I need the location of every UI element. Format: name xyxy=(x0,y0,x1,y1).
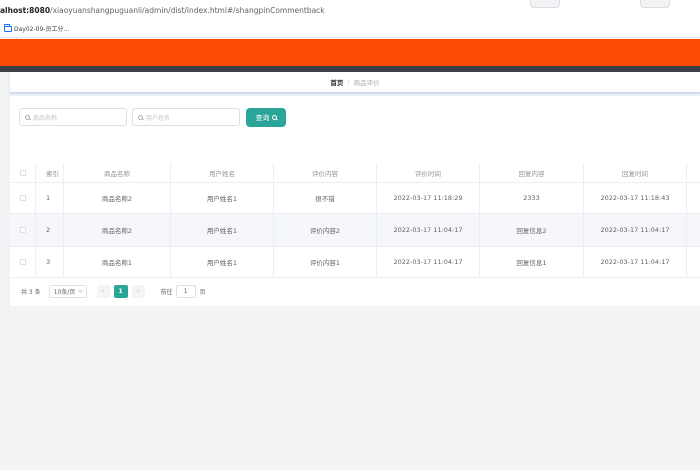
breadcrumb: 首页 / 商品评价 xyxy=(10,72,700,93)
product-name-placeholder: 商品名称 xyxy=(33,114,58,122)
prev-page-button[interactable]: ‹ xyxy=(96,284,110,298)
row-select-cell xyxy=(10,183,36,213)
goto-suffix: 页 xyxy=(199,288,206,296)
bookmark-item[interactable]: Day02-09-员工分... xyxy=(4,23,70,33)
cell-actions xyxy=(687,214,700,246)
browser-control-pill[interactable] xyxy=(640,0,670,8)
folder-icon xyxy=(4,23,12,32)
row-select-cell xyxy=(10,214,36,246)
column-header: 评价内容 xyxy=(274,163,377,182)
cell-time: 2022-03-17 11:04:17 xyxy=(377,247,480,277)
user-name-placeholder: 用户姓名 xyxy=(146,114,171,122)
cell-reply-time: 2022-03-17 11:04:17 xyxy=(584,214,687,246)
cell-content: 评价内容2 xyxy=(274,214,377,246)
cell-user: 用户姓名1 xyxy=(171,214,274,246)
search-icon xyxy=(25,114,30,120)
app-header xyxy=(0,39,700,66)
table-row[interactable]: 1 商品名称2 用户姓名1 很不错 2022-03-17 11:18:29 23… xyxy=(10,183,700,214)
goto-page-input[interactable]: 1 xyxy=(175,284,196,298)
pagination: 共 3 条 10条/页 ‹ 1 › 前往 1 页 xyxy=(21,284,421,298)
cell-time: 2022-03-17 11:18:29 xyxy=(377,183,480,213)
breadcrumb-separator: / xyxy=(347,78,350,86)
cell-content: 评价内容1 xyxy=(274,247,377,277)
breadcrumb-home[interactable]: 首页 xyxy=(330,77,343,87)
browser-control-pill[interactable] xyxy=(530,0,560,8)
main-panel: 商品名称 用户姓名 查询 索引 商品名称 用户姓名 评价内容 评价时间 回复内容… xyxy=(10,96,700,306)
select-all-cell xyxy=(10,163,36,182)
column-header xyxy=(687,163,700,182)
bookmarks-bar: Day02-09-员工分... xyxy=(0,20,700,38)
column-header: 商品名称 xyxy=(64,163,171,182)
cell-index: 3 xyxy=(36,247,64,277)
table-row[interactable]: 2 商品名称2 用户姓名1 评价内容2 2022-03-17 11:04:17 … xyxy=(10,214,700,247)
pagination-total: 共 3 条 xyxy=(21,288,41,296)
page-number-current[interactable]: 1 xyxy=(113,284,128,298)
column-header: 回复时间 xyxy=(584,163,687,182)
cell-reply: 回复信息1 xyxy=(480,247,584,277)
cell-actions xyxy=(687,247,700,277)
url-path: /xiaoyuanshangpuguanli/admin/dist/index.… xyxy=(50,5,325,15)
table-row[interactable]: 3 商品名称1 用户姓名1 评价内容1 2022-03-17 11:04:17 … xyxy=(10,247,700,278)
query-button-label: 查询 xyxy=(255,113,270,122)
column-header: 回复内容 xyxy=(480,163,584,182)
row-checkbox[interactable] xyxy=(19,227,26,233)
product-name-search-input[interactable]: 商品名称 xyxy=(19,108,127,126)
column-header: 用户姓名 xyxy=(171,163,274,182)
select-all-checkbox[interactable] xyxy=(19,169,26,176)
cell-content: 很不错 xyxy=(274,183,377,213)
search-icon xyxy=(138,114,143,120)
column-header: 评价时间 xyxy=(377,163,480,182)
cell-reply-time: 2022-03-17 11:04:17 xyxy=(584,247,687,277)
cell-product: 商品名称2 xyxy=(64,214,171,246)
next-page-button[interactable]: › xyxy=(131,284,145,298)
cell-product: 商品名称1 xyxy=(64,247,171,277)
cell-actions xyxy=(687,183,700,213)
cell-time: 2022-03-17 11:04:17 xyxy=(377,214,480,246)
cell-reply: 2333 xyxy=(480,183,584,213)
page-size-select[interactable]: 10条/页 xyxy=(48,284,87,298)
row-select-cell xyxy=(10,247,36,277)
bookmark-label: Day02-09-员工分... xyxy=(14,26,70,33)
goto-label: 前往 xyxy=(160,288,173,296)
query-button[interactable]: 查询 xyxy=(246,108,286,127)
chevron-down-icon xyxy=(78,287,83,293)
cell-user: 用户姓名1 xyxy=(171,247,274,277)
url-host: alhost:8080 xyxy=(0,5,51,15)
address-bar[interactable]: alhost:8080/xiaoyuanshangpuguanli/admin/… xyxy=(0,0,700,20)
column-header: 索引 xyxy=(36,163,64,182)
user-name-search-input[interactable]: 用户姓名 xyxy=(132,108,240,126)
cell-index: 2 xyxy=(36,214,64,246)
cell-index: 1 xyxy=(36,183,64,213)
cell-reply-time: 2022-03-17 11:18:43 xyxy=(584,183,687,213)
cell-reply: 回复信息2 xyxy=(480,214,584,246)
breadcrumb-current: 商品评价 xyxy=(353,79,380,87)
cell-user: 用户姓名1 xyxy=(171,183,274,213)
cell-product: 商品名称2 xyxy=(64,183,171,213)
page-size-value: 10条/页 xyxy=(53,288,76,296)
table-header-row: 索引 商品名称 用户姓名 评价内容 评价时间 回复内容 回复时间 xyxy=(10,163,700,183)
row-checkbox[interactable] xyxy=(19,195,26,201)
search-icon xyxy=(271,115,277,120)
row-checkbox[interactable] xyxy=(19,259,26,265)
